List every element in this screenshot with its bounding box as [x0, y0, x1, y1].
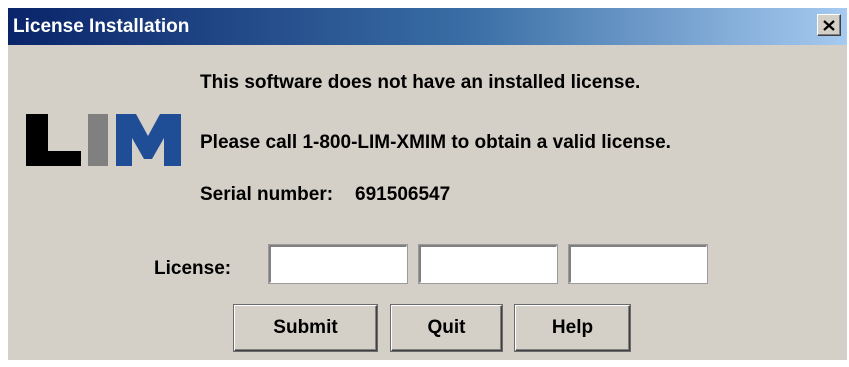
- window-title: License Installation: [13, 16, 190, 37]
- serial-number-label: Serial number:: [200, 184, 334, 205]
- serial-number-row: Serial number: 691506547: [200, 184, 450, 206]
- submit-button[interactable]: Submit: [234, 305, 377, 351]
- help-button[interactable]: Help: [515, 305, 630, 351]
- license-field-2[interactable]: [418, 244, 558, 284]
- logo-letter-i: [88, 114, 108, 166]
- close-icon: [823, 19, 835, 31]
- logo-letter-l-base: [26, 151, 81, 166]
- logo-letter-m: [116, 114, 181, 166]
- call-instructions: Please call 1-800-LIM-XMIM to obtain a v…: [200, 132, 671, 153]
- title-bar[interactable]: License Installation: [8, 8, 847, 45]
- license-label: License:: [154, 258, 232, 279]
- close-button[interactable]: [817, 14, 841, 36]
- serial-number-value: 691506547: [355, 184, 451, 205]
- lim-logo: [26, 114, 181, 166]
- license-field-3[interactable]: [568, 244, 708, 284]
- license-dialog: License Installation This software does …: [8, 8, 847, 360]
- quit-button[interactable]: Quit: [391, 305, 502, 351]
- license-field-1[interactable]: [268, 244, 408, 284]
- no-license-message: This software does not have an installed…: [200, 72, 641, 93]
